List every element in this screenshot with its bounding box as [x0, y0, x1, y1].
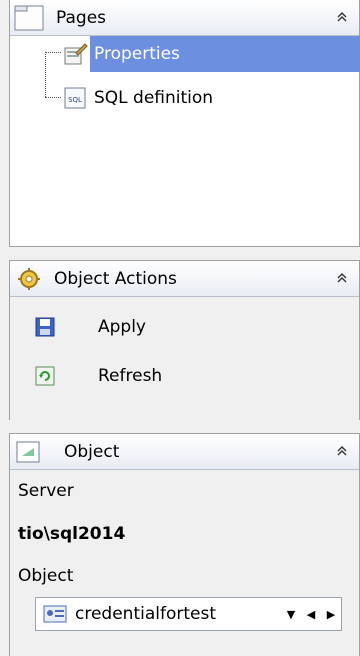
save-icon — [32, 314, 58, 340]
page-item-label: Properties — [90, 36, 360, 72]
refresh-icon — [32, 363, 58, 389]
object-selector-value: credentialfortest — [75, 604, 216, 624]
object-selector[interactable]: credentialfortest ▼ ◀ ▶ — [35, 597, 342, 631]
chevron-up-icon — [337, 12, 347, 22]
tree-line — [45, 52, 46, 97]
previous-arrow-icon[interactable]: ◀ — [301, 608, 321, 621]
refresh-label: Refresh — [98, 366, 163, 386]
pages-panel-header[interactable]: Pages — [10, 0, 359, 36]
server-label: Server — [18, 481, 74, 501]
collapse-object-actions-button[interactable] — [331, 267, 353, 289]
apply-label: Apply — [98, 317, 146, 337]
chevron-up-icon — [337, 446, 347, 456]
properties-icon — [60, 39, 90, 69]
collapse-pages-button[interactable] — [331, 6, 353, 28]
page-item-sql-definition[interactable]: SQL SQL definition — [60, 80, 219, 116]
gear-icon — [18, 268, 40, 290]
tree-line — [45, 97, 61, 98]
svg-text:SQL: SQL — [68, 96, 82, 104]
sql-icon: SQL — [60, 83, 90, 113]
credential-icon — [43, 605, 67, 623]
object-panel-header[interactable]: Object — [10, 434, 359, 470]
page-item-properties[interactable]: Properties — [60, 36, 360, 72]
page-item-label: SQL definition — [94, 88, 214, 108]
pages-icon — [14, 5, 44, 31]
pages-panel: Pages Properties SQL SQL definition — [9, 0, 360, 247]
server-value: tio\sql2014 — [18, 524, 126, 544]
tree-line — [45, 52, 61, 53]
collapse-object-button[interactable] — [331, 440, 353, 462]
refresh-button[interactable]: Refresh — [32, 361, 162, 391]
dropdown-arrow-icon[interactable]: ▼ — [281, 608, 301, 621]
object-label: Object — [18, 566, 74, 586]
object-actions-panel-title: Object Actions — [54, 269, 177, 289]
object-icon — [16, 441, 40, 463]
chevron-up-icon — [337, 273, 347, 283]
next-arrow-icon[interactable]: ▶ — [321, 608, 341, 621]
apply-button[interactable]: Apply — [32, 312, 146, 342]
object-panel: Object Server tio\sql2014 Object credent… — [9, 433, 360, 656]
object-actions-body: Apply Refresh — [10, 297, 359, 420]
object-actions-panel: Object Actions Apply Refresh — [9, 260, 360, 420]
object-panel-title: Object — [64, 442, 120, 462]
pages-panel-title: Pages — [56, 8, 107, 28]
pages-tree: Properties SQL SQL definition — [10, 36, 360, 246]
object-actions-panel-header[interactable]: Object Actions — [10, 261, 359, 297]
